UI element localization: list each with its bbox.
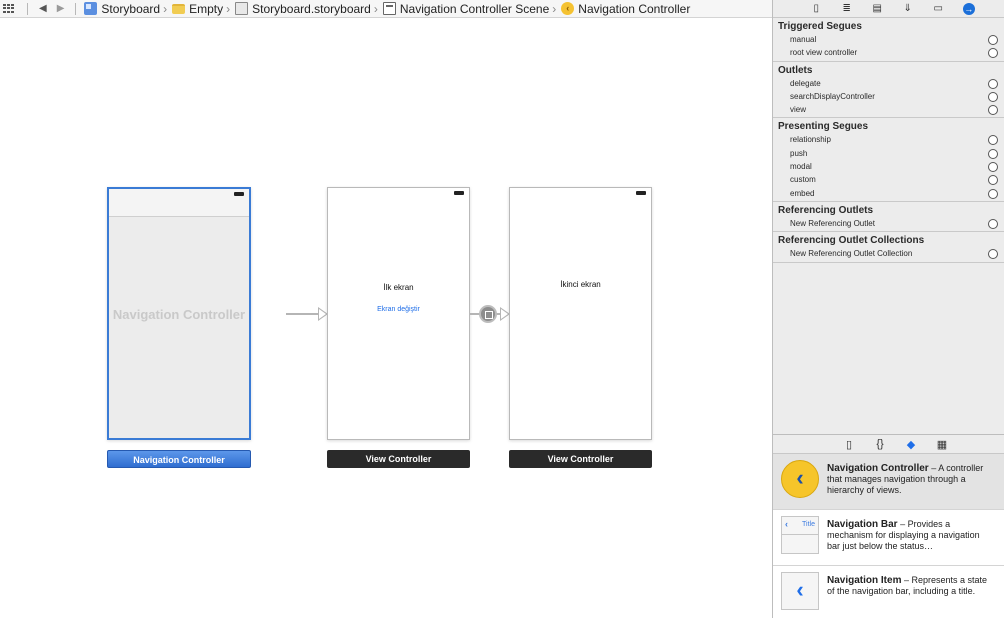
navigation-bar — [109, 189, 249, 217]
crumb-folder[interactable]: Empty — [170, 2, 223, 16]
connection-row: New Referencing Outlet — [773, 217, 1004, 230]
library-tabs: ▯ {} ◆ ▦ — [773, 434, 1004, 454]
navigation-item-icon: ‹ — [781, 572, 819, 610]
scene-icon — [382, 2, 396, 15]
battery-icon — [454, 191, 464, 195]
connection-row: delegate — [773, 77, 1004, 90]
connection-row: push — [773, 147, 1004, 160]
library-item-navigation-item[interactable]: ‹ Navigation Item – Represents a state o… — [773, 566, 1004, 618]
jump-bar: ◀ ▶ Storyboard › Empty › Storyboard.stor… — [0, 0, 772, 18]
view-controller-scene-2[interactable]: İkinci ekran — [509, 187, 652, 440]
chevron-right-icon: › — [226, 1, 231, 16]
folder-icon — [172, 3, 186, 14]
second-screen-label: İkinci ekran — [560, 280, 601, 289]
connection-row: relationship — [773, 133, 1004, 146]
divider — [27, 2, 28, 15]
inspector-tabs: ▯ ≣ ▤ ⇓ ▭ → — [773, 0, 1004, 18]
relationship-segue-line[interactable] — [286, 313, 319, 315]
section-triggered-segues: Triggered Segues manual root view contro… — [773, 18, 1004, 62]
connection-circle-icon[interactable] — [988, 162, 998, 173]
connection-circle-icon[interactable] — [988, 35, 998, 45]
navigation-controller-icon: ‹ — [781, 460, 819, 498]
connections-inspector: Triggered Segues manual root view contro… — [773, 18, 1004, 263]
connection-circle-icon[interactable] — [988, 175, 998, 186]
section-title: Referencing Outlet Collections — [778, 235, 925, 247]
change-screen-button[interactable]: Ekran değiştir — [328, 306, 469, 313]
storyboard-file-icon — [235, 2, 249, 15]
code-snippet-icon[interactable]: {} — [874, 438, 886, 450]
back-arrow-icon[interactable]: ◀ — [39, 3, 47, 14]
navigation-controller-scene[interactable]: Navigation Controller — [107, 187, 251, 440]
connection-row: root view controller — [773, 46, 1004, 59]
first-screen-label: İlk ekran — [383, 283, 414, 292]
push-segue-icon[interactable] — [479, 305, 497, 323]
connection-row: embed — [773, 187, 1004, 200]
storyboard-canvas[interactable]: Navigation Controller Navigation Control… — [0, 18, 772, 618]
connection-circle-icon[interactable] — [988, 188, 998, 199]
scene-dock-view-controller-2[interactable]: View Controller — [509, 450, 652, 468]
connection-circle-icon[interactable] — [988, 78, 998, 89]
connection-circle-icon[interactable] — [988, 91, 998, 102]
identity-icon[interactable]: ▤ — [871, 3, 883, 15]
section-title: Outlets — [778, 64, 813, 76]
connections-icon[interactable]: → — [962, 2, 975, 15]
section-referencing-outlets: Referencing Outlets New Referencing Outl… — [773, 202, 1004, 233]
scene-dock-view-controller-1[interactable]: View Controller — [327, 450, 470, 468]
section-referencing-outlet-collections: Referencing Outlet Collections New Refer… — [773, 232, 1004, 263]
connection-row: view — [773, 103, 1004, 116]
connection-row: searchDisplayController — [773, 90, 1004, 103]
divider — [75, 2, 77, 15]
library-item-navigation-controller[interactable]: ‹ Navigation Controller – A controller t… — [773, 454, 1004, 510]
crumb-file[interactable]: Storyboard.storyboard — [233, 2, 371, 16]
chevron-right-icon: › — [373, 1, 378, 16]
view-controller-scene-1[interactable]: İlk ekran Ekran değiştir — [327, 187, 470, 440]
section-title: Triggered Segues — [778, 21, 862, 32]
battery-icon — [636, 191, 646, 195]
media-library-icon[interactable]: ▦ — [936, 438, 948, 451]
quick-help-icon[interactable]: ≣ — [841, 3, 853, 15]
crumb-controller[interactable]: ‹ Navigation Controller — [559, 2, 690, 16]
connection-circle-icon[interactable] — [988, 218, 998, 229]
section-title: Presenting Segues — [778, 121, 869, 133]
section-presenting-segues: Presenting Segues relationship push moda… — [773, 118, 1004, 202]
attributes-icon[interactable]: ⇓ — [902, 3, 914, 15]
connection-row: New Referencing Outlet Collection — [773, 247, 1004, 260]
chevron-right-icon: › — [552, 1, 557, 16]
navigation-bar-icon: ‹ Title — [781, 516, 819, 554]
object-library-list: ‹ Navigation Controller – A controller t… — [773, 454, 1004, 618]
chevron-right-icon: › — [163, 1, 168, 16]
connection-row: custom — [773, 173, 1004, 186]
scene-watermark: Navigation Controller — [112, 307, 246, 322]
connection-circle-icon[interactable] — [988, 249, 998, 260]
navigation-controller-icon: ‹ — [561, 2, 575, 15]
project-icon — [84, 2, 98, 15]
file-icon[interactable]: ▯ — [810, 3, 822, 15]
object-library-icon[interactable]: ◆ — [905, 438, 917, 451]
related-items-icon[interactable] — [3, 3, 15, 14]
connection-circle-icon[interactable] — [988, 48, 998, 59]
library-item-navigation-bar[interactable]: ‹ Title Navigation Bar – Provides a mecha… — [773, 510, 1004, 566]
scene-dock-navigation-controller[interactable]: Navigation Controller — [107, 450, 251, 468]
connection-circle-icon[interactable] — [988, 148, 998, 159]
forward-arrow-icon[interactable]: ▶ — [57, 3, 65, 14]
section-title: Referencing Outlets — [778, 204, 874, 216]
size-icon[interactable]: ▭ — [932, 3, 944, 15]
battery-icon — [234, 192, 244, 196]
connection-circle-icon[interactable] — [988, 135, 998, 146]
crumb-project[interactable]: Storyboard — [82, 2, 160, 16]
file-template-icon[interactable]: ▯ — [843, 438, 855, 451]
section-outlets: Outlets delegate searchDisplayController… — [773, 62, 1004, 119]
connection-circle-icon[interactable] — [988, 105, 998, 116]
utilities-panel: ▯ ≣ ▤ ⇓ ▭ → Triggered Segues manual root… — [772, 0, 1004, 618]
connection-row: manual — [773, 33, 1004, 46]
connection-row: modal — [773, 160, 1004, 173]
crumb-scene[interactable]: Navigation Controller Scene — [381, 2, 549, 16]
